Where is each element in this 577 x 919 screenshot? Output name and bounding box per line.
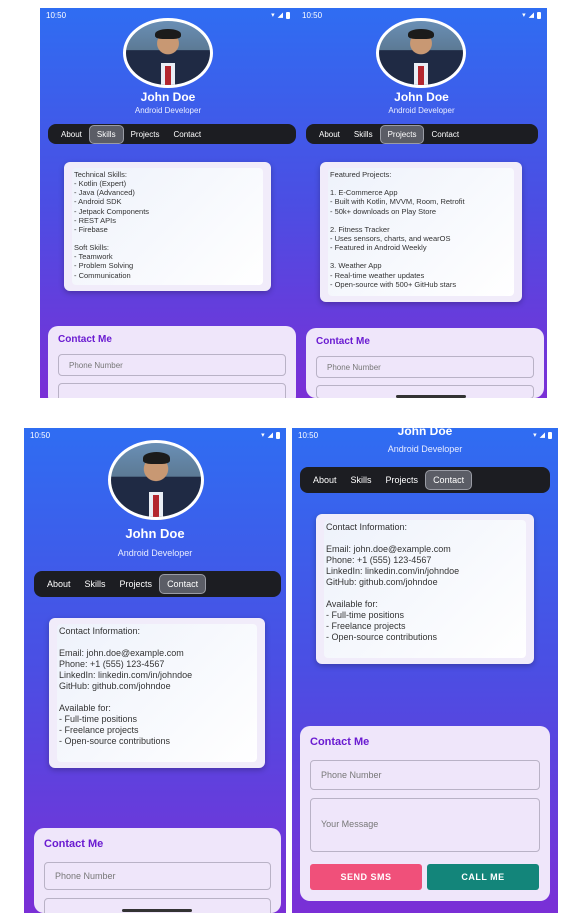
tab-bar: About Skills Projects Contact bbox=[300, 467, 550, 493]
tab-contact[interactable]: Contact bbox=[424, 126, 466, 143]
signal-icon: ◢ bbox=[528, 12, 534, 19]
message-field[interactable] bbox=[58, 383, 286, 398]
screen-contact-top: 10:50 ▾ ◢ John Doe Android Developer Abo… bbox=[24, 428, 286, 913]
system-icons: ▾ ◢ bbox=[522, 11, 541, 19]
gesture-bar bbox=[396, 395, 466, 398]
avatar bbox=[108, 440, 204, 520]
message-field[interactable]: Your Message bbox=[310, 798, 540, 852]
tab-about[interactable]: About bbox=[306, 471, 344, 489]
tab-projects[interactable]: Projects bbox=[124, 126, 167, 143]
phone-number-field[interactable]: Phone Number bbox=[58, 354, 286, 376]
contact-title: Contact Me bbox=[310, 736, 370, 748]
wifi-icon: ▾ bbox=[522, 12, 526, 19]
send-sms-button[interactable]: SEND SMS bbox=[310, 864, 422, 890]
tab-bar: About Skills Projects Contact bbox=[34, 571, 281, 597]
tab-bar: About Skills Projects Contact bbox=[48, 124, 296, 144]
system-icons: ▾ ◢ bbox=[271, 11, 290, 19]
contact-info-card: Contact Information: Email: john.doe@exa… bbox=[49, 618, 265, 768]
tab-skills[interactable]: Skills bbox=[88, 124, 124, 144]
contact-info-text: Contact Information: Email: john.doe@exa… bbox=[326, 522, 460, 642]
screen-contact-scrolled: 10:50 ▾ ◢ John Doe Android Developer Abo… bbox=[292, 428, 558, 913]
call-me-button[interactable]: CALL ME bbox=[427, 864, 539, 890]
status-time: 10:50 bbox=[30, 430, 51, 440]
contact-info-text: Contact Information: Email: john.doe@exa… bbox=[59, 626, 193, 746]
profile-role: Android Developer bbox=[387, 444, 463, 454]
tab-contact[interactable]: Contact bbox=[159, 574, 207, 594]
projects-card: Featured Projects: 1. E-Commerce App - B… bbox=[320, 162, 522, 302]
tab-skills[interactable]: Skills bbox=[78, 575, 113, 593]
status-time: 10:50 bbox=[302, 10, 323, 20]
profile-role: Android Developer bbox=[134, 106, 202, 115]
contact-form-card: Contact Me Phone Number Your Message SEN… bbox=[300, 726, 550, 901]
phone-number-field[interactable]: Phone Number bbox=[44, 862, 271, 890]
signal-icon: ◢ bbox=[267, 432, 273, 439]
system-icons: ▾ ◢ bbox=[261, 431, 280, 439]
tab-projects[interactable]: Projects bbox=[379, 471, 426, 489]
tab-projects[interactable]: Projects bbox=[379, 124, 425, 144]
projects-text: Featured Projects: 1. E-Commerce App - B… bbox=[330, 170, 465, 289]
contact-form-card: Contact Me Phone Number bbox=[306, 328, 544, 398]
tab-about[interactable]: About bbox=[54, 126, 89, 143]
profile-role: Android Developer bbox=[117, 548, 193, 558]
battery-icon bbox=[537, 11, 541, 19]
profile-name: John Doe bbox=[125, 526, 185, 541]
screen-skills: 10:50 ▾ ◢ John Doe Android Developer Abo… bbox=[40, 8, 296, 398]
contact-title: Contact Me bbox=[316, 336, 370, 347]
skills-card: Technical Skills: - Kotlin (Expert) - Ja… bbox=[64, 162, 271, 291]
signal-icon: ◢ bbox=[277, 12, 283, 19]
contact-form-card: Contact Me Phone Number bbox=[34, 828, 281, 913]
tab-about[interactable]: About bbox=[40, 575, 78, 593]
skills-text: Technical Skills: - Kotlin (Expert) - Ja… bbox=[74, 170, 150, 280]
phone-number-field[interactable]: Phone Number bbox=[310, 760, 540, 790]
tab-projects[interactable]: Projects bbox=[113, 575, 160, 593]
battery-icon bbox=[276, 431, 280, 439]
tab-bar: About Skills Projects Contact bbox=[306, 124, 538, 144]
screen-projects: 10:50 ▾ ◢ John Doe Android Developer Abo… bbox=[296, 8, 547, 398]
tab-skills[interactable]: Skills bbox=[347, 126, 380, 143]
wifi-icon: ▾ bbox=[271, 12, 275, 19]
status-time: 10:50 bbox=[46, 10, 67, 20]
tab-about[interactable]: About bbox=[312, 126, 347, 143]
contact-title: Contact Me bbox=[58, 334, 112, 345]
tab-contact[interactable]: Contact bbox=[425, 470, 473, 490]
contact-info-card: Contact Information: Email: john.doe@exa… bbox=[316, 514, 534, 664]
tab-contact[interactable]: Contact bbox=[166, 126, 208, 143]
battery-icon bbox=[286, 11, 290, 19]
profile-role: Android Developer bbox=[388, 106, 455, 115]
contact-form-card: Contact Me Phone Number bbox=[48, 326, 296, 398]
wifi-icon: ▾ bbox=[261, 432, 265, 439]
profile-name: John Doe bbox=[397, 428, 453, 438]
tab-skills[interactable]: Skills bbox=[344, 471, 379, 489]
contact-title: Contact Me bbox=[44, 838, 104, 850]
avatar bbox=[376, 18, 466, 88]
avatar bbox=[123, 18, 213, 88]
gesture-bar bbox=[122, 909, 192, 912]
profile-name: John Doe bbox=[394, 90, 449, 104]
profile-name: John Doe bbox=[140, 90, 196, 104]
phone-number-field[interactable]: Phone Number bbox=[316, 356, 534, 378]
